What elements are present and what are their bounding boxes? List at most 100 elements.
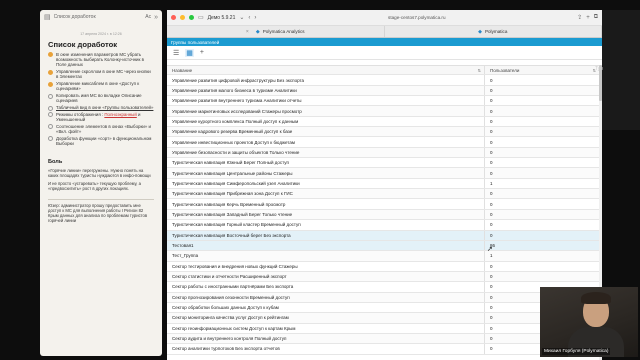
table-row[interactable]: Управление развития цифровой инфраструкт… (167, 75, 599, 86)
column-header-label: Название (172, 67, 193, 73)
checklist-item[interactable]: Управление миксаблем в окне «Доступ к сц… (48, 81, 154, 91)
checklist-item[interactable]: Соотношение элементов в окнах «Выборки» … (48, 124, 154, 134)
checklist-item[interactable]: Доработка функции «сорт» в функционально… (48, 136, 154, 146)
checklist-item[interactable]: Табличный вид в окне «Группы пользовател… (48, 105, 154, 111)
checklist-item-text: Доработка функции «сорт» в функционально… (56, 136, 152, 147)
chevron-down-icon[interactable]: ⌄ (239, 14, 244, 21)
sidebar-icon[interactable]: ▭ (198, 14, 204, 21)
cell-group-name: Сектор работы с иностранными партнёрами … (167, 282, 485, 292)
sort-icon[interactable]: ⇅ (478, 68, 481, 73)
tab-polymatica-analytics[interactable]: × ◆ Polymatica Analytics (167, 26, 385, 37)
table-view-icon[interactable]: ▦ (185, 48, 194, 57)
table-row[interactable]: Сектор обработки больших данных Доступ к… (167, 302, 599, 314)
cell-user-count: 0 (490, 211, 493, 217)
tab-group-label[interactable]: Демо 5.9.21 (208, 15, 236, 21)
checkbox-checked-icon[interactable] (48, 81, 53, 87)
table-row[interactable]: Туристическая навигация Западный Берег Т… (167, 209, 599, 221)
share-icon[interactable]: ⇪ (577, 14, 582, 21)
presenter-hair (581, 292, 611, 304)
maximize-window-icon[interactable] (189, 15, 194, 20)
cell-user-count: 0 (490, 201, 493, 207)
notes-panel: ▤ Список доработок Ас » 17 апреля 2024 г… (40, 10, 162, 356)
minimize-window-icon[interactable] (180, 15, 185, 20)
checklist-item[interactable]: Копировать имя МС во вкладке Описание сц… (48, 93, 154, 103)
checklist-item[interactable]: Режимы отображения : Полноэкранный и Уме… (48, 112, 154, 122)
table-row[interactable]: Туристическая навигация Прибрежная зона … (167, 189, 599, 200)
checkbox-icon[interactable] (48, 105, 53, 111)
table-row[interactable]: Тест_Группа 1 (167, 251, 599, 262)
divider (48, 198, 154, 200)
table-row[interactable]: Управление безопасности и защиты объекто… (167, 147, 599, 159)
checkbox-checked-icon[interactable] (48, 52, 53, 58)
table-row[interactable]: Управление инвестиционных проектов Досту… (167, 137, 599, 148)
table-row[interactable]: Сектор аудита и внутреннего контроля Пол… (167, 333, 599, 345)
table-header: Название ⇅ Пользователи ⇅ (167, 65, 599, 76)
table-row[interactable]: Управление развития малого бизнеса в тур… (167, 85, 599, 97)
close-tab-icon[interactable]: × (246, 29, 249, 35)
table-row[interactable]: Туристическая навигация Центральные райо… (167, 168, 599, 179)
webcam-overlay: Михаил Горбуля (Polymatica) (540, 287, 638, 357)
notes-toolbar: ▤ Список доработок Ас » (40, 10, 162, 24)
cell-user-count: 0 (490, 87, 493, 93)
cell-user-count: 0 (490, 98, 493, 104)
table-row[interactable]: Сектор аналитики турпотоков Без экспорта… (167, 344, 599, 355)
table-row[interactable]: Управление развития внутреннего туризма … (167, 96, 599, 107)
column-header-users[interactable]: Пользователи ⇅ (485, 66, 599, 74)
groups-table: Название ⇅ Пользователи ⇅ Управление раз… (167, 65, 599, 355)
table-row[interactable]: Туристическая навигация Южный Берег Полн… (167, 158, 599, 169)
expand-icon[interactable]: » (154, 14, 158, 21)
table-row[interactable]: Управление кадрового резерва Временный д… (167, 127, 599, 138)
table-row[interactable]: Сектор геоинформационных систем Доступ к… (167, 323, 599, 334)
table-row[interactable]: Тестовая1 86 (167, 240, 599, 252)
cell-user-count: 0 (490, 232, 493, 238)
cell-user-count: 0 (490, 118, 493, 124)
checklist-item-text: Режимы отображения : Полноэкранный и Уме… (56, 112, 154, 122)
table-row[interactable]: Туристическая навигация Горный кластер В… (167, 220, 599, 231)
column-header-name[interactable]: Название ⇅ (167, 66, 485, 75)
table-row[interactable]: Управление маркетинговых исследований Ст… (167, 106, 599, 117)
cell-user-count: 0 (490, 149, 493, 155)
forward-icon[interactable]: › (254, 15, 256, 21)
tab-label: Polymatica (484, 29, 508, 34)
checklist-item-text: Управление миксаблем в окне «Доступ к сц… (56, 81, 140, 92)
cell-group-name: Управление развития внутреннего туризма … (167, 96, 485, 106)
cell-group-name: Туристическая навигация Керчь Временный … (167, 199, 485, 209)
cell-user-count: 1 (490, 253, 493, 259)
tab-polymatica[interactable]: ◆ Polymatica (385, 26, 602, 37)
tabs-overview-icon[interactable]: ⧉ (594, 14, 598, 21)
checkbox-checked-icon[interactable] (48, 69, 53, 75)
table-row[interactable]: Сектор мониторинга качества услуг Доступ… (167, 313, 599, 324)
note-title[interactable]: Список доработок (40, 40, 162, 49)
checklist-item-link[interactable]: Полноэкранный (104, 112, 136, 117)
checkbox-icon[interactable] (48, 112, 53, 118)
cell-group-name: Сектор прогнозирования сезонности Времен… (167, 292, 485, 302)
table-row[interactable]: Сектор работы с иностранными партнёрами … (167, 282, 599, 293)
table-row[interactable]: Управление курортного комплекса Полный д… (167, 116, 599, 128)
cell-group-name: Сектор аудита и внутреннего контроля Пол… (167, 333, 485, 344)
checklist-item-text: Управление скроллом в окне МС через кноп… (56, 69, 151, 80)
checklist-item[interactable]: Управление скроллом в окне МС через кноп… (48, 69, 154, 79)
table-row[interactable]: Туристическая навигация Восточный берег … (167, 230, 599, 241)
table-row[interactable]: Сектор статистики и отчетности Расширенн… (167, 271, 599, 283)
table-row[interactable]: Туристическая навигация Симферопольский … (167, 178, 599, 190)
cell-user-count: 0 (490, 191, 493, 197)
back-icon[interactable]: ‹ (248, 15, 250, 21)
checklist-item-text: Копировать имя МС во вкладке Описание сц… (56, 93, 142, 104)
new-tab-icon[interactable]: + (586, 15, 590, 21)
note-date: 17 апреля 2024 г. в 12:26 (80, 32, 122, 36)
list-view-icon[interactable]: ☰ (173, 49, 179, 57)
cell-group-name: Туристическая навигация Центральные райо… (167, 168, 485, 178)
add-group-icon[interactable]: + (200, 49, 204, 56)
close-window-icon[interactable] (171, 15, 176, 20)
sidebar-toggle-icon[interactable]: ▤ (44, 13, 51, 21)
checklist-item[interactable]: В окне изменения параметров МС убрать во… (48, 52, 154, 68)
checkbox-icon[interactable] (48, 136, 53, 142)
table-row[interactable]: Сектор прогнозирования сезонности Времен… (167, 292, 599, 303)
table-row[interactable]: Сектор тестирования и внедрения новых фу… (167, 261, 599, 272)
address-bar[interactable]: stage-centos7.polymatica.ru (260, 15, 573, 20)
checklist-item-text: Табличный вид в окне «Группы пользовател… (56, 105, 154, 111)
table-row[interactable]: Туристическая навигация Керчь Временный … (167, 199, 599, 210)
checkbox-icon[interactable] (48, 93, 53, 99)
background-window-text: Тур (595, 66, 603, 72)
checkbox-icon[interactable] (48, 124, 53, 130)
